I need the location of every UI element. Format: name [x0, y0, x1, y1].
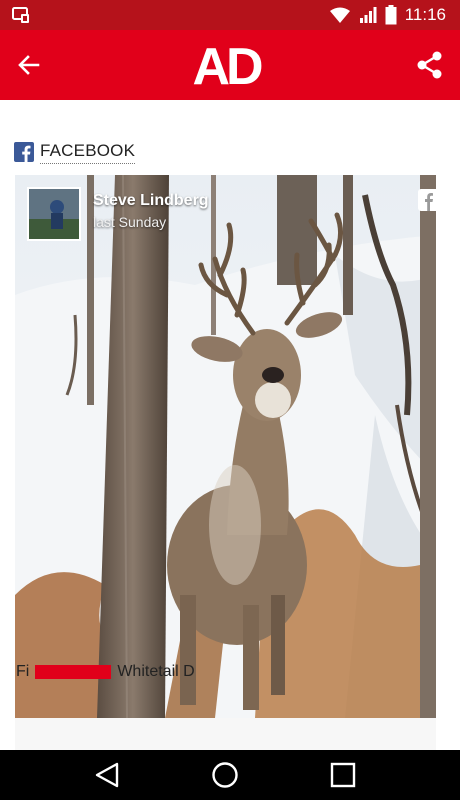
screen-share-icon: [12, 7, 29, 23]
facebook-badge-icon[interactable]: [418, 189, 436, 211]
post-author[interactable]: Steve Lindberg: [93, 192, 209, 210]
back-triangle-icon[interactable]: [93, 760, 123, 790]
ad-logo[interactable]: AD: [188, 40, 264, 90]
facebook-section-header: FACEBOOK: [14, 140, 136, 164]
post-caption: Fi Whitetail D: [16, 663, 421, 693]
home-circle-icon[interactable]: [210, 760, 240, 790]
system-nav-bar: [0, 750, 460, 800]
back-arrow-icon[interactable]: [14, 50, 44, 80]
facebook-icon: [14, 142, 34, 162]
status-time: 11:16: [404, 5, 446, 24]
status-bar: 11:16: [0, 0, 460, 30]
author-avatar[interactable]: [27, 187, 81, 241]
caption-highlight: [35, 664, 112, 679]
signal-icon: [359, 7, 377, 23]
app-bar: AD: [0, 30, 460, 100]
section-title[interactable]: FACEBOOK: [40, 141, 136, 164]
post-time[interactable]: last Sunday: [93, 214, 166, 230]
share-icon[interactable]: [416, 50, 444, 80]
caption-end: Whitetail D: [117, 663, 195, 680]
article-content[interactable]: FACEBOOK Steve Lindberg last Sunday Fi W…: [0, 100, 460, 750]
status-icons: 11:16: [329, 0, 446, 30]
svg-text:AD: AD: [192, 40, 262, 90]
battery-icon: [385, 5, 397, 25]
caption-start: Fi: [16, 663, 30, 680]
wifi-icon: [329, 7, 350, 23]
recents-square-icon[interactable]: [328, 760, 358, 790]
deer-in-snow-photo[interactable]: Steve Lindberg last Sunday: [15, 175, 436, 718]
